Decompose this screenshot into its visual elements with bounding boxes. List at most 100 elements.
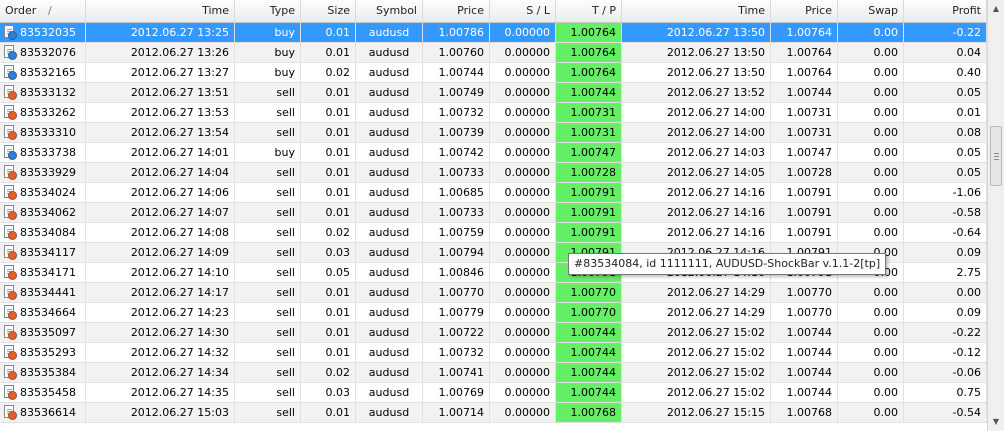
table-row[interactable]: 83534664 2012.06.27 14:23 sell 0.01 audusd 1.… (0, 303, 987, 323)
table-row[interactable]: 83533310 2012.06.27 13:54 sell 0.01 audusd 1.… (0, 123, 987, 143)
scrollbar-thumb[interactable] (990, 126, 1002, 186)
table-row[interactable]: 83532035 2012.06.27 13:25 buy 0.01 audusd 1.0… (0, 23, 987, 43)
order-number: 83534664 (20, 306, 76, 319)
cell-size: 0.01 (301, 123, 356, 142)
cell-close-time: 2012.06.27 13:52 (622, 83, 771, 102)
sell-indicator-icon (8, 231, 17, 240)
cell-profit: -0.58 (904, 203, 987, 222)
sell-indicator-icon (8, 391, 17, 400)
cell-order: 83534664 (0, 303, 86, 322)
sell-indicator-icon (8, 211, 17, 220)
cell-size: 0.01 (301, 343, 356, 362)
sell-indicator-icon (8, 271, 17, 280)
table-row[interactable]: 83534062 2012.06.27 14:07 sell 0.01 audusd 1.… (0, 203, 987, 223)
cell-symbol: audusd (356, 403, 423, 422)
cell-type: sell (235, 283, 301, 302)
column-header-swap[interactable]: Swap (838, 0, 904, 22)
column-header-tp[interactable]: T / P (556, 0, 622, 22)
column-header-close-price[interactable]: Price (771, 0, 838, 22)
sell-doc-icon (4, 205, 17, 220)
buy-indicator-icon (8, 31, 17, 40)
sell-indicator-icon (8, 251, 17, 260)
column-header-size[interactable]: Size (301, 0, 356, 22)
cell-type: sell (235, 123, 301, 142)
column-header-open-time[interactable]: Time (86, 0, 235, 22)
cell-open-time: 2012.06.27 13:51 (86, 83, 235, 102)
cell-symbol: audusd (356, 103, 423, 122)
cell-swap: 0.00 (838, 383, 904, 402)
cell-open-price: 1.00846 (423, 263, 490, 282)
cell-open-time: 2012.06.27 13:25 (86, 23, 235, 42)
cell-tp: 1.00791 (556, 223, 622, 242)
trade-history-grid: Order / Time Type Size Symbol Price S / … (0, 0, 987, 431)
cell-close-time: 2012.06.27 15:02 (622, 363, 771, 382)
cell-symbol: audusd (356, 183, 423, 202)
cell-symbol: audusd (356, 203, 423, 222)
cell-close-time: 2012.06.27 14:16 (622, 203, 771, 222)
cell-swap: 0.00 (838, 83, 904, 102)
table-row[interactable]: 83534024 2012.06.27 14:06 sell 0.01 audusd 1.… (0, 183, 987, 203)
table-row[interactable]: 83536614 2012.06.27 15:03 sell 0.01 audusd 1.… (0, 403, 987, 423)
cell-swap: 0.00 (838, 143, 904, 162)
table-row[interactable]: 83532076 2012.06.27 13:26 buy 0.01 audusd 1.0… (0, 43, 987, 63)
cell-open-time: 2012.06.27 13:26 (86, 43, 235, 62)
table-row[interactable]: 83535293 2012.06.27 14:32 sell 0.01 audusd 1.… (0, 343, 987, 363)
sell-indicator-icon (8, 411, 17, 420)
table-row[interactable]: 83533929 2012.06.27 14:04 sell 0.01 audusd 1.… (0, 163, 987, 183)
cell-order: 83533929 (0, 163, 86, 182)
cell-order: 83534062 (0, 203, 86, 222)
cell-type: sell (235, 343, 301, 362)
column-header-sl[interactable]: S / L (490, 0, 556, 22)
cell-order: 83535458 (0, 383, 86, 402)
order-number: 83533929 (20, 166, 76, 179)
table-row[interactable]: 83533738 2012.06.27 14:01 buy 0.01 audusd 1.0… (0, 143, 987, 163)
buy-doc-icon (4, 145, 17, 160)
cell-open-time: 2012.06.27 14:34 (86, 363, 235, 382)
cell-close-time: 2012.06.27 14:03 (622, 143, 771, 162)
cell-sl: 0.00000 (490, 263, 556, 282)
cell-type: sell (235, 403, 301, 422)
cell-order: 83535293 (0, 343, 86, 362)
cell-type: sell (235, 203, 301, 222)
cell-symbol: audusd (356, 263, 423, 282)
cell-profit: 0.01 (904, 103, 987, 122)
scroll-up-arrow-icon[interactable]: ▲ (989, 1, 1003, 17)
table-row[interactable]: 83533262 2012.06.27 13:53 sell 0.01 audusd 1.… (0, 103, 987, 123)
column-header-symbol[interactable]: Symbol (356, 0, 423, 22)
cell-swap: 0.00 (838, 283, 904, 302)
cell-close-time: 2012.06.27 15:02 (622, 343, 771, 362)
sell-doc-icon (4, 265, 17, 280)
scroll-down-arrow-icon[interactable]: ▼ (989, 414, 1003, 430)
column-header-open-price[interactable]: Price (423, 0, 490, 22)
cell-size: 0.01 (301, 163, 356, 182)
cell-open-time: 2012.06.27 14:30 (86, 323, 235, 342)
cell-swap: 0.00 (838, 223, 904, 242)
vertical-scrollbar[interactable]: ▲ ▼ (987, 0, 1004, 431)
thumb-grip-line (994, 153, 999, 154)
table-row[interactable]: 83535097 2012.06.27 14:30 sell 0.01 audusd 1.… (0, 323, 987, 343)
cell-profit: 0.05 (904, 163, 987, 182)
cell-open-price: 1.00759 (423, 223, 490, 242)
cell-open-price: 1.00733 (423, 203, 490, 222)
column-header-type[interactable]: Type (235, 0, 301, 22)
cell-size: 0.01 (301, 403, 356, 422)
table-row[interactable]: 83533132 2012.06.27 13:51 sell 0.01 audusd 1.… (0, 83, 987, 103)
cell-profit: 0.09 (904, 243, 987, 262)
cell-order: 83534024 (0, 183, 86, 202)
cell-size: 0.01 (301, 203, 356, 222)
order-number: 83532165 (20, 66, 76, 79)
cell-sl: 0.00000 (490, 203, 556, 222)
column-header-profit[interactable]: Profit (904, 0, 987, 22)
cell-sl: 0.00000 (490, 223, 556, 242)
table-row[interactable]: 83532165 2012.06.27 13:27 buy 0.02 audusd 1.0… (0, 63, 987, 83)
cell-order: 83533310 (0, 123, 86, 142)
sell-indicator-icon (8, 351, 17, 360)
table-row[interactable]: 83535384 2012.06.27 14:34 sell 0.02 audusd 1.… (0, 363, 987, 383)
table-row[interactable]: 83534084 2012.06.27 14:08 sell 0.02 audusd 1.… (0, 223, 987, 243)
column-header-order[interactable]: Order / (0, 0, 86, 22)
table-row[interactable]: 83535458 2012.06.27 14:35 sell 0.03 audusd 1.… (0, 383, 987, 403)
cell-symbol: audusd (356, 323, 423, 342)
table-row[interactable]: 83534441 2012.06.27 14:17 sell 0.01 audusd 1.… (0, 283, 987, 303)
column-header-close-time[interactable]: Time (622, 0, 771, 22)
cell-swap: 0.00 (838, 123, 904, 142)
